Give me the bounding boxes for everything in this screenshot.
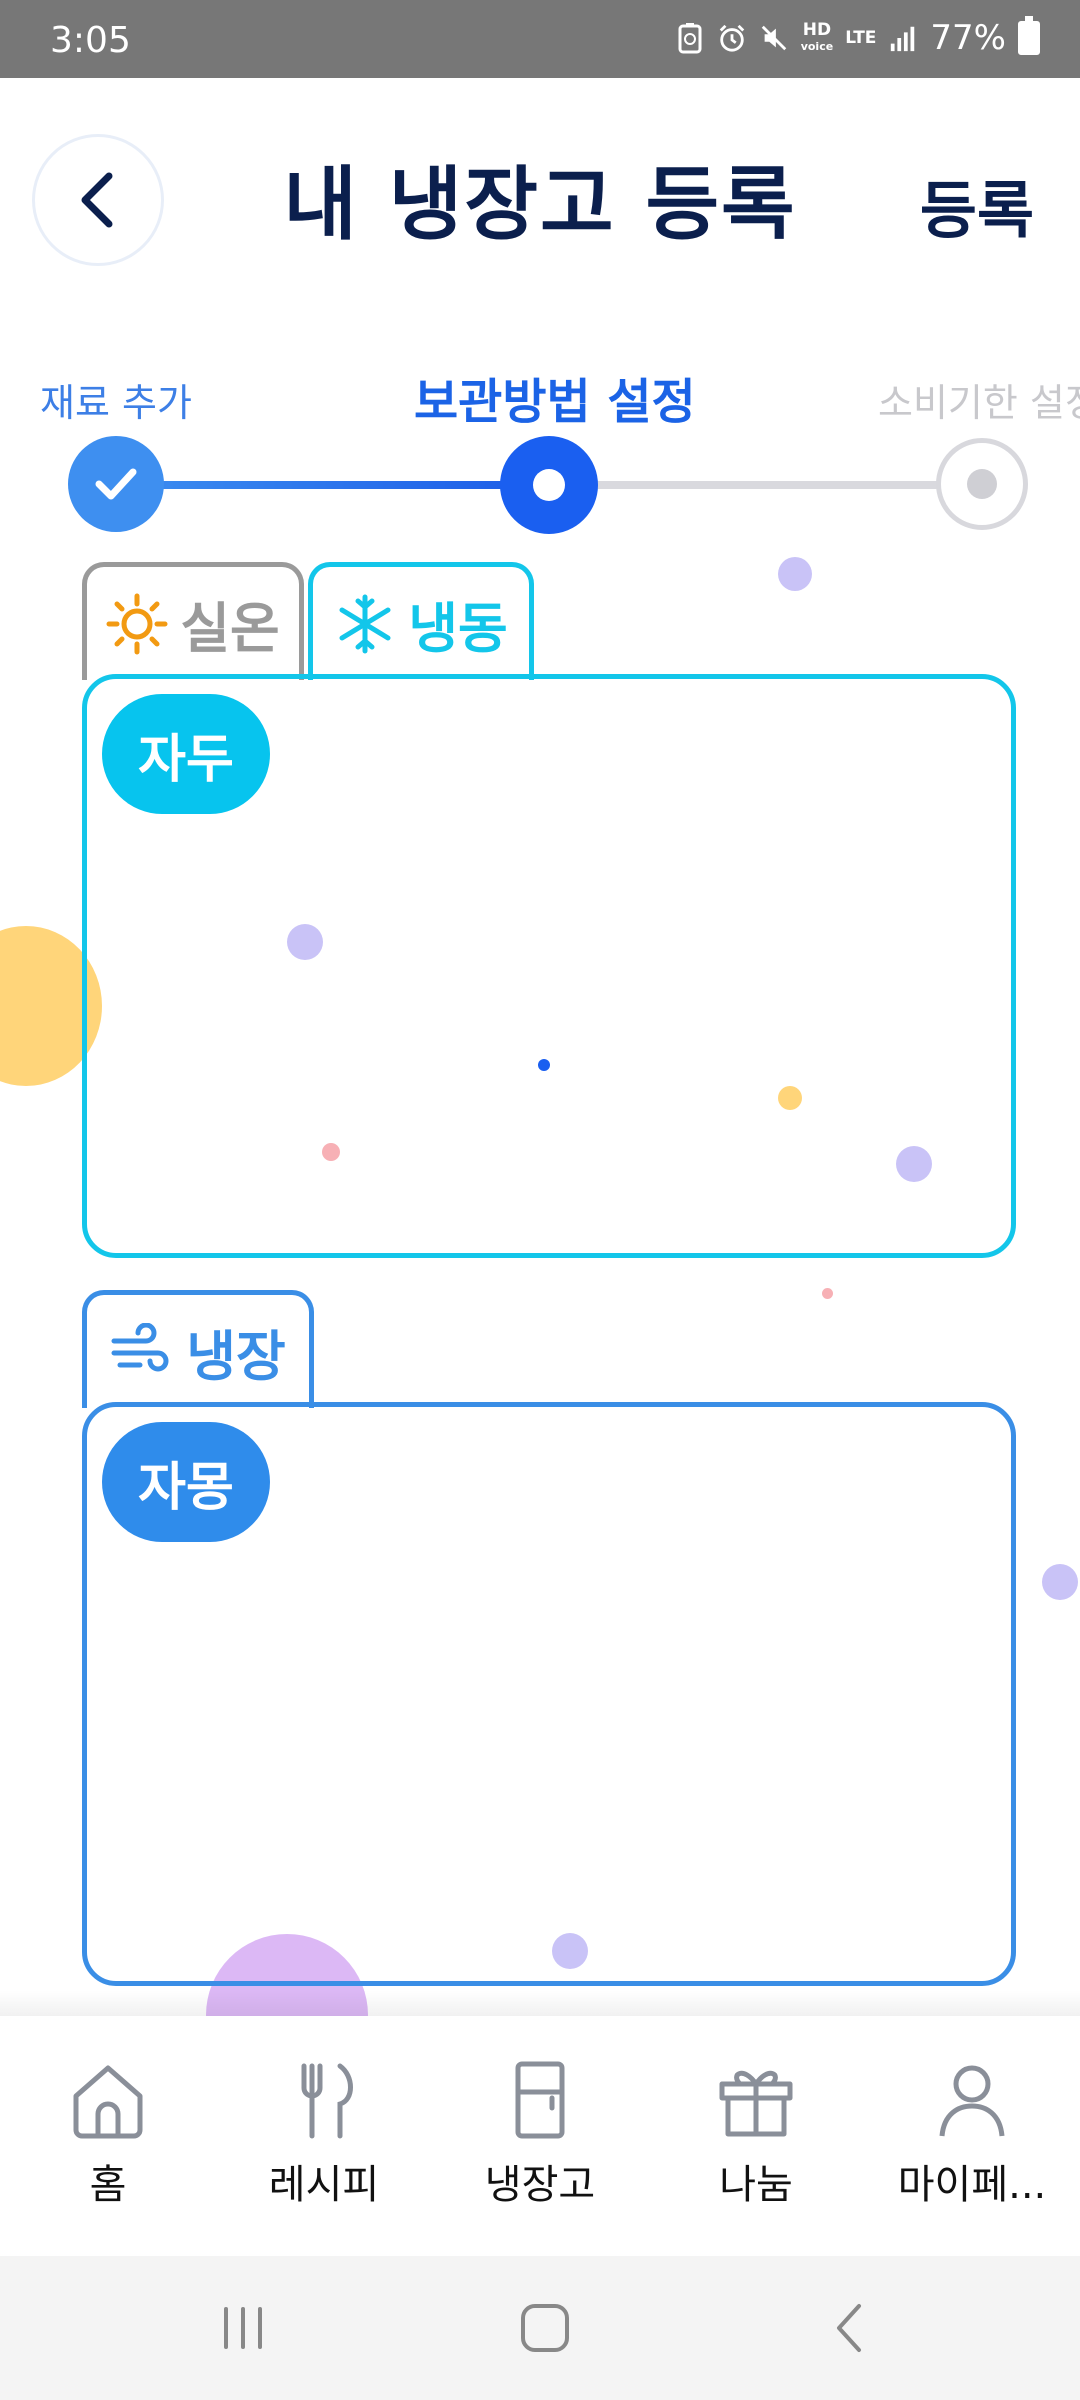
decor-bubble	[778, 557, 812, 591]
stepper-line-todo	[590, 481, 940, 489]
ingredient-chip-grapefruit[interactable]: 자몽	[102, 1422, 270, 1542]
decor-bubble	[1042, 1564, 1078, 1600]
decor-bubble	[896, 1146, 932, 1182]
tab-freeze-label: 냉동	[408, 597, 508, 660]
tab-fridge[interactable]: 냉장	[82, 1290, 314, 1408]
recent-apps-icon	[224, 2307, 262, 2349]
battery-saver-icon	[678, 23, 702, 54]
tab-room-label: 실온	[180, 597, 280, 660]
tab-freeze[interactable]: 냉동	[308, 562, 534, 680]
check-icon	[95, 468, 137, 500]
system-back-button[interactable]	[814, 2296, 884, 2360]
step-dot-current[interactable]	[500, 436, 598, 534]
decor-bubble	[322, 1143, 340, 1161]
alarm-icon	[719, 24, 744, 52]
bottom-nav-shadow	[0, 1990, 1080, 2018]
mute-icon	[761, 25, 786, 51]
decor-bubble	[287, 924, 323, 960]
step-dot-todo-inner	[967, 469, 997, 499]
snowflake-icon	[339, 594, 391, 653]
home-square-icon	[521, 2304, 569, 2352]
tab-fridge-label: 냉장	[186, 1325, 286, 1388]
stepper-line-done	[116, 481, 516, 489]
home-icon	[73, 2065, 143, 2139]
nav-item-recipe[interactable]: 레시피	[216, 2016, 432, 2210]
decor-bubble	[538, 1059, 550, 1071]
nav-label-mypage: 마이페...	[897, 2162, 1047, 2208]
recent-apps-button[interactable]	[208, 2296, 278, 2360]
step-dot-done[interactable]	[68, 436, 164, 532]
battery-percent: 77%	[930, 18, 1006, 58]
nav-item-share[interactable]: 나눔	[648, 2016, 864, 2210]
status-time: 3:05	[50, 20, 131, 61]
nav-item-mypage[interactable]: 마이페...	[864, 2016, 1080, 2210]
fork-knife-icon	[301, 2063, 353, 2139]
step-label-storage-method: 보관방법 설정	[414, 374, 696, 430]
status-bar: 3:05 HD voice LTE 77%	[0, 0, 1080, 78]
ingredient-chip-plum[interactable]: 자두	[102, 694, 270, 814]
nav-label-recipe: 레시피	[268, 2162, 380, 2208]
decor-bubble	[778, 1086, 802, 1110]
step-label-add-ingredient: 재료 추가	[40, 381, 192, 425]
decor-bubble	[822, 1288, 833, 1299]
hd-voice-indicator: HD voice	[800, 19, 834, 54]
signal-icon	[891, 26, 915, 52]
tab-room-temp[interactable]: 실온	[82, 562, 304, 680]
nav-item-home[interactable]: 홈	[0, 2016, 216, 2210]
home-system-button[interactable]	[510, 2296, 580, 2360]
nav-label-fridge: 냉장고	[484, 2162, 596, 2208]
step-label-expiry: 소비기한 설정	[878, 381, 1080, 425]
voice-label: voice	[800, 39, 834, 53]
nav-item-fridge[interactable]: 냉장고	[432, 2016, 648, 2210]
page-title: 내 냉장고 등록	[283, 158, 797, 251]
back-chevron-icon	[837, 2304, 861, 2352]
decor-bubble	[552, 1933, 588, 1969]
status-icons: HD voice LTE 77%	[675, 16, 1040, 58]
bottom-navigation: 홈 레시피 냉장고 나눔 마이페...	[0, 2016, 1080, 2256]
hd-label: HD	[802, 19, 832, 40]
battery-icon	[1018, 16, 1040, 55]
fridge-icon	[515, 2061, 565, 2139]
nav-label-home: 홈	[89, 2162, 127, 2208]
register-button[interactable]: 등록	[920, 160, 1034, 250]
step-dot-current-inner	[533, 469, 565, 501]
nav-label-share: 나눔	[719, 2162, 793, 2208]
person-icon	[939, 2065, 1005, 2137]
wind-icon	[111, 1322, 169, 1371]
gift-icon	[719, 2070, 793, 2137]
sun-icon	[106, 593, 168, 654]
system-navigation-bar	[0, 2256, 1080, 2400]
step-dot-todo[interactable]	[936, 438, 1028, 530]
lte-indicator: LTE	[845, 27, 877, 48]
